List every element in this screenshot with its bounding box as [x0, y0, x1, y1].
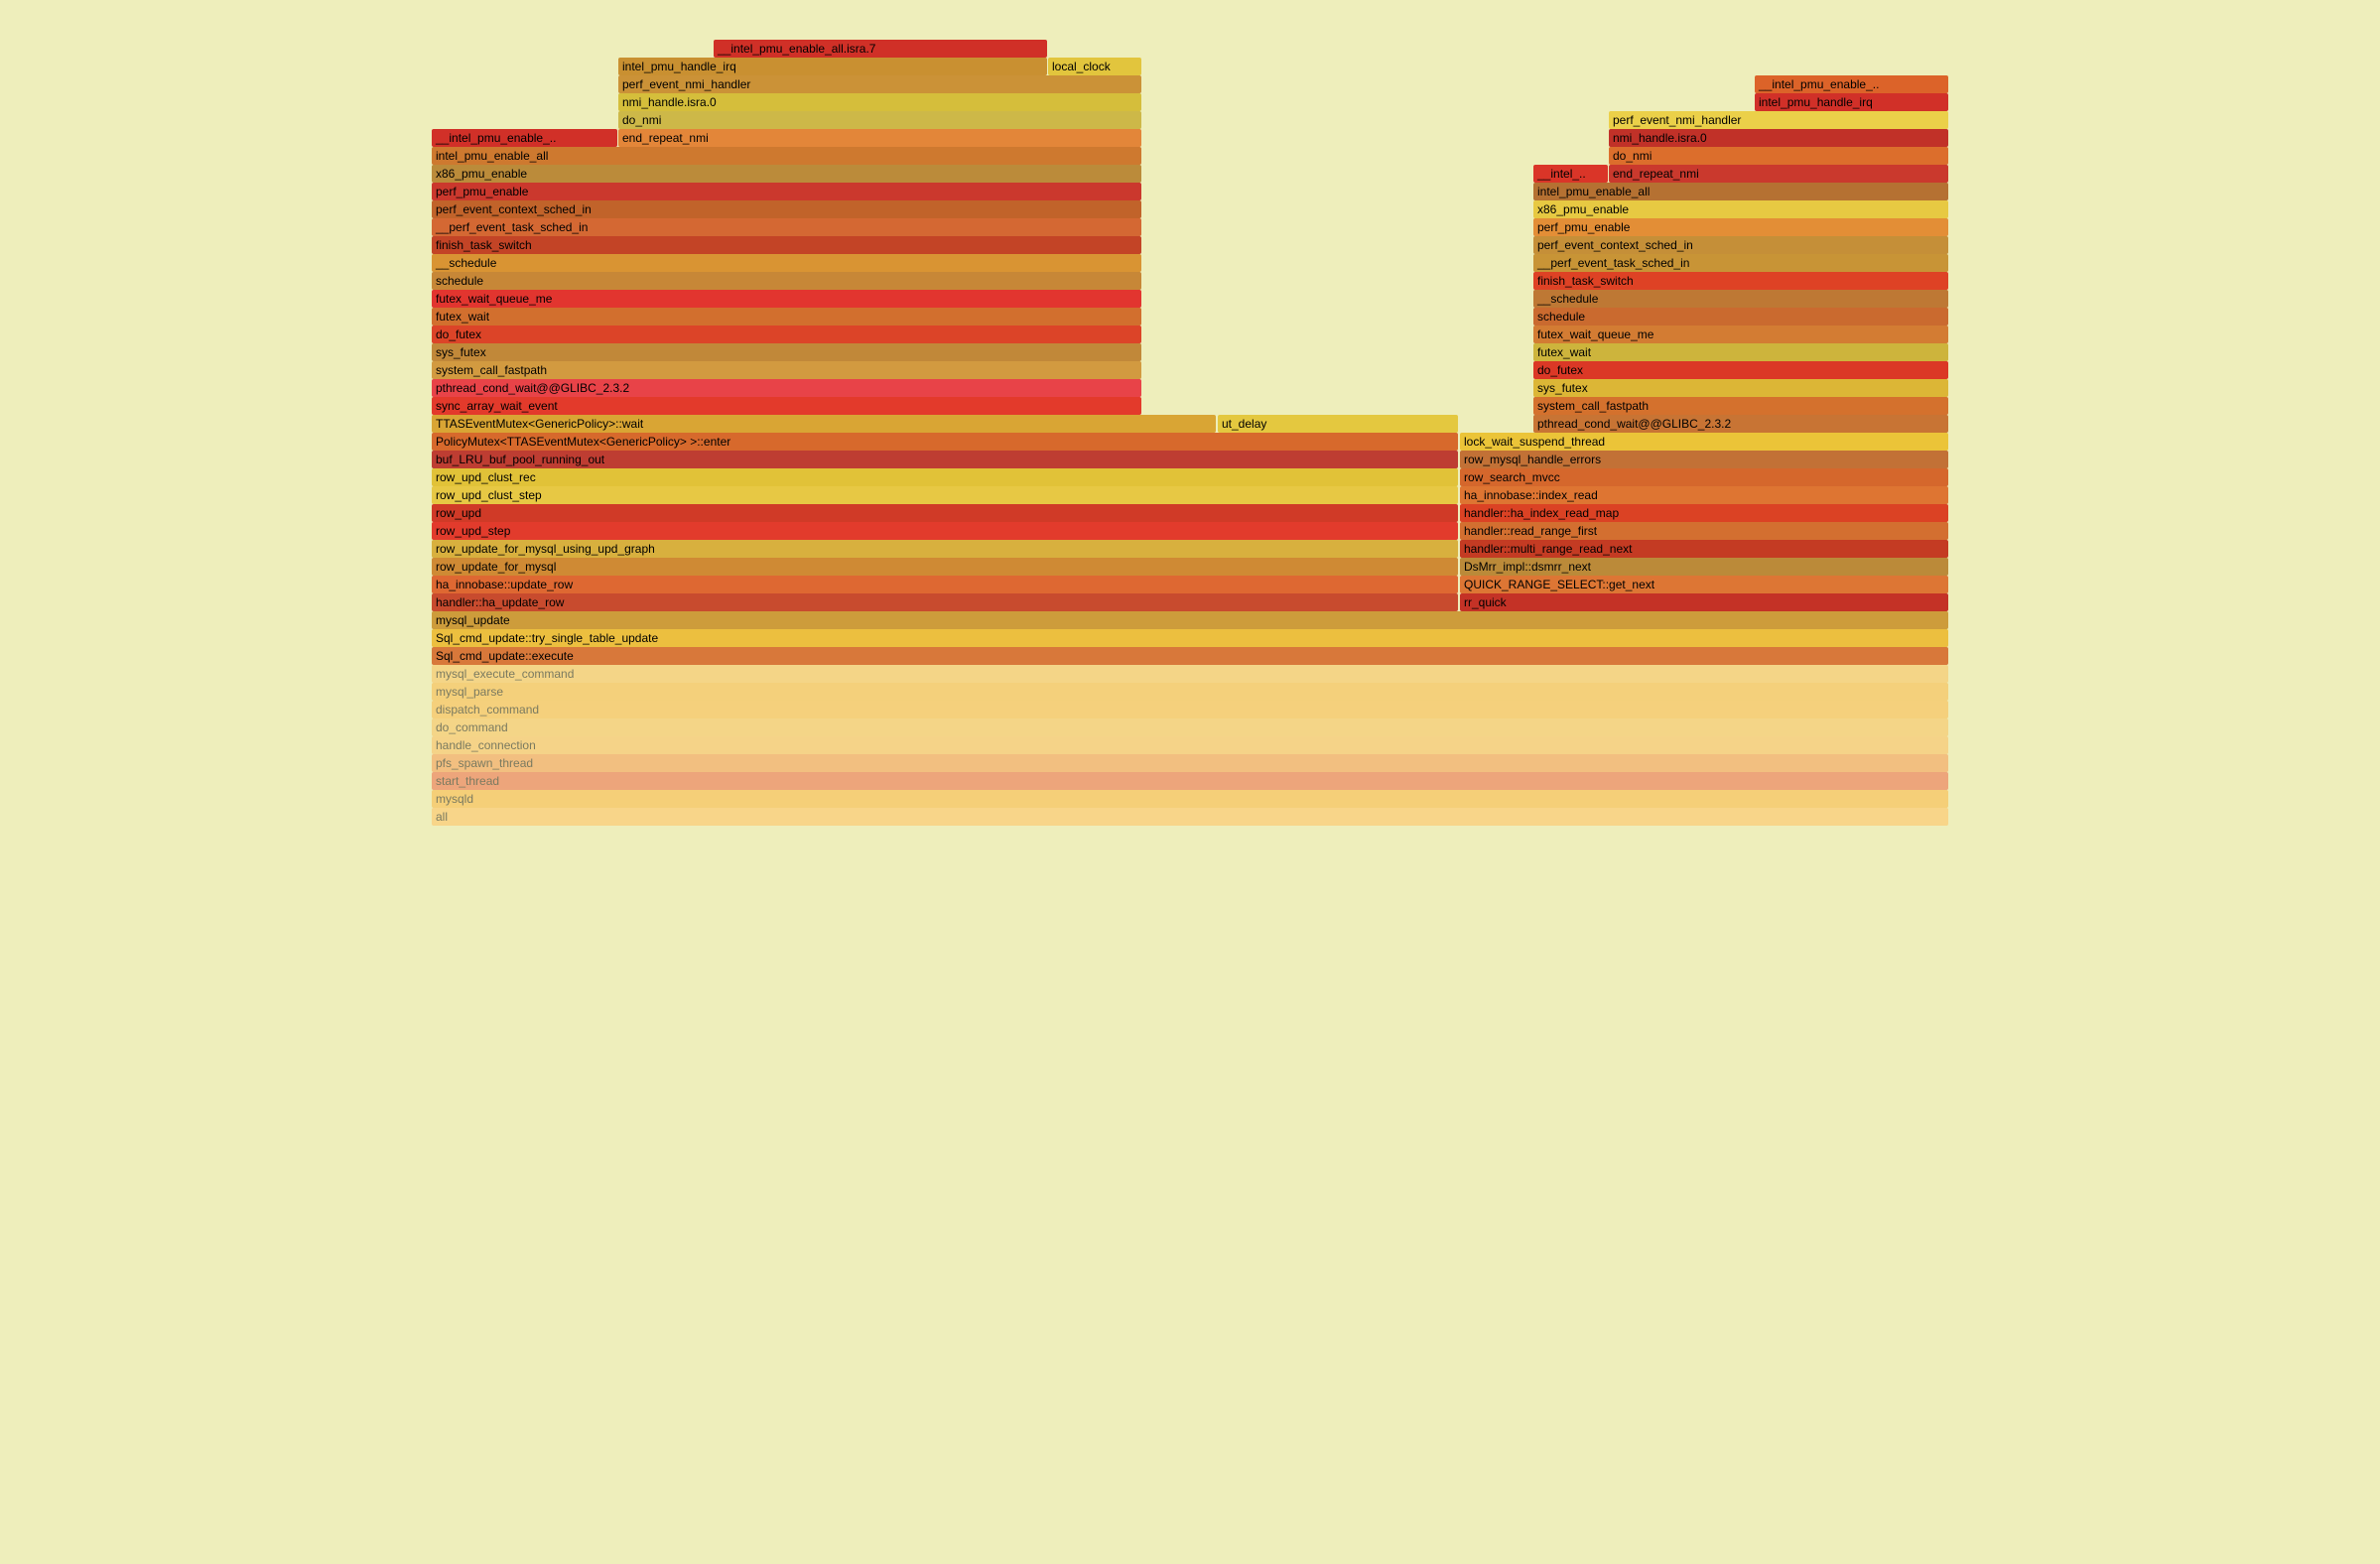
frame-mysql-update[interactable]: mysql_update — [432, 611, 1948, 629]
frame-quick-range-select-get-next[interactable]: QUICK_RANGE_SELECT::get_next — [1460, 576, 1948, 593]
frame-dispatch-command[interactable]: dispatch_command — [432, 701, 1948, 718]
frame-mysqld[interactable]: mysqld — [432, 790, 1948, 808]
frame--schedule[interactable]: __schedule — [432, 254, 1141, 272]
frame-ha-innobase-update-row[interactable]: ha_innobase::update_row — [432, 576, 1458, 593]
frame-mysql-parse[interactable]: mysql_parse — [432, 683, 1948, 701]
frame-all[interactable]: all — [432, 808, 1948, 826]
frame-mysql-execute-command[interactable]: mysql_execute_command — [432, 665, 1948, 683]
frame-intel-pmu-enable-all[interactable]: intel_pmu_enable_all — [1533, 183, 1948, 200]
frame-futex-wait[interactable]: futex_wait — [1533, 343, 1948, 361]
frame-handler-ha-index-read-map[interactable]: handler::ha_index_read_map — [1460, 504, 1948, 522]
frame-sql-cmd-update-try-single-table-update[interactable]: Sql_cmd_update::try_single_table_update — [432, 629, 1948, 647]
frame-perf-event-nmi-handler[interactable]: perf_event_nmi_handler — [1609, 111, 1948, 129]
frame-buf-lru-buf-pool-running-out[interactable]: buf_LRU_buf_pool_running_out — [432, 451, 1458, 468]
frame-end-repeat-nmi[interactable]: end_repeat_nmi — [618, 129, 1141, 147]
frame-do-command[interactable]: do_command — [432, 718, 1948, 736]
frame-start-thread[interactable]: start_thread — [432, 772, 1948, 790]
frame-perf-event-context-sched-in[interactable]: perf_event_context_sched_in — [432, 200, 1141, 218]
frame-nmi-handle-isra-0[interactable]: nmi_handle.isra.0 — [618, 93, 1141, 111]
frame--intel-pmu-enable-all-isra-7[interactable]: __intel_pmu_enable_all.isra.7 — [714, 40, 1047, 58]
frame-do-nmi[interactable]: do_nmi — [1609, 147, 1948, 165]
frame-ttaseventmutex-genericpolicy-wait[interactable]: TTASEventMutex<GenericPolicy>::wait — [432, 415, 1216, 433]
frame--intel-pmu-enable-[interactable]: __intel_pmu_enable_.. — [1755, 75, 1948, 93]
frame-system-call-fastpath[interactable]: system_call_fastpath — [432, 361, 1141, 379]
frame-end-repeat-nmi[interactable]: end_repeat_nmi — [1609, 165, 1948, 183]
frame-pthread-cond-wait-glibc-2-3-2[interactable]: pthread_cond_wait@@GLIBC_2.3.2 — [432, 379, 1141, 397]
frame-handler-ha-update-row[interactable]: handler::ha_update_row — [432, 593, 1458, 611]
frame-schedule[interactable]: schedule — [1533, 308, 1948, 326]
frame-rr-quick[interactable]: rr_quick — [1460, 593, 1948, 611]
frame-do-futex[interactable]: do_futex — [432, 326, 1141, 343]
frame-perf-event-nmi-handler[interactable]: perf_event_nmi_handler — [618, 75, 1141, 93]
frame-row-mysql-handle-errors[interactable]: row_mysql_handle_errors — [1460, 451, 1948, 468]
frame-sync-array-wait-event[interactable]: sync_array_wait_event — [432, 397, 1141, 415]
frame-intel-pmu-handle-irq[interactable]: intel_pmu_handle_irq — [618, 58, 1047, 75]
frame-row-upd[interactable]: row_upd — [432, 504, 1458, 522]
frame-sql-cmd-update-execute[interactable]: Sql_cmd_update::execute — [432, 647, 1948, 665]
frame-futex-wait[interactable]: futex_wait — [432, 308, 1141, 326]
frame-finish-task-switch[interactable]: finish_task_switch — [1533, 272, 1948, 290]
frame--perf-event-task-sched-in[interactable]: __perf_event_task_sched_in — [432, 218, 1141, 236]
frame-perf-pmu-enable[interactable]: perf_pmu_enable — [432, 183, 1141, 200]
frame--perf-event-task-sched-in[interactable]: __perf_event_task_sched_in — [1533, 254, 1948, 272]
frame-handler-read-range-first[interactable]: handler::read_range_first — [1460, 522, 1948, 540]
frame-sys-futex[interactable]: sys_futex — [1533, 379, 1948, 397]
frame-handler-multi-range-read-next[interactable]: handler::multi_range_read_next — [1460, 540, 1948, 558]
frame--intel-[interactable]: __intel_.. — [1533, 165, 1608, 183]
frame-schedule[interactable]: schedule — [432, 272, 1141, 290]
flamegraph[interactable]: allmysqldstart_threadpfs_spawn_threadhan… — [416, 0, 1964, 855]
frame-x86-pmu-enable[interactable]: x86_pmu_enable — [432, 165, 1141, 183]
frame-perf-pmu-enable[interactable]: perf_pmu_enable — [1533, 218, 1948, 236]
frame-local-clock[interactable]: local_clock — [1048, 58, 1141, 75]
frame-ha-innobase-index-read[interactable]: ha_innobase::index_read — [1460, 486, 1948, 504]
frame-intel-pmu-enable-all[interactable]: intel_pmu_enable_all — [432, 147, 1141, 165]
frame-dsmrr-impl-dsmrr-next[interactable]: DsMrr_impl::dsmrr_next — [1460, 558, 1948, 576]
frame-row-search-mvcc[interactable]: row_search_mvcc — [1460, 468, 1948, 486]
frame-row-upd-clust-rec[interactable]: row_upd_clust_rec — [432, 468, 1458, 486]
frame-sys-futex[interactable]: sys_futex — [432, 343, 1141, 361]
frame-policymutex-ttaseventmutex-genericpolicy-enter[interactable]: PolicyMutex<TTASEventMutex<GenericPolicy… — [432, 433, 1458, 451]
frame-do-nmi[interactable]: do_nmi — [618, 111, 1141, 129]
frame-row-upd-clust-step[interactable]: row_upd_clust_step — [432, 486, 1458, 504]
frame-row-update-for-mysql-using-upd-graph[interactable]: row_update_for_mysql_using_upd_graph — [432, 540, 1458, 558]
frame-futex-wait-queue-me[interactable]: futex_wait_queue_me — [1533, 326, 1948, 343]
frame-intel-pmu-handle-irq[interactable]: intel_pmu_handle_irq — [1755, 93, 1948, 111]
frame-pfs-spawn-thread[interactable]: pfs_spawn_thread — [432, 754, 1948, 772]
frame--intel-pmu-enable-[interactable]: __intel_pmu_enable_.. — [432, 129, 617, 147]
frame-nmi-handle-isra-0[interactable]: nmi_handle.isra.0 — [1609, 129, 1948, 147]
frame-handle-connection[interactable]: handle_connection — [432, 736, 1948, 754]
frame-perf-event-context-sched-in[interactable]: perf_event_context_sched_in — [1533, 236, 1948, 254]
frame-finish-task-switch[interactable]: finish_task_switch — [432, 236, 1141, 254]
frame-pthread-cond-wait-glibc-2-3-2[interactable]: pthread_cond_wait@@GLIBC_2.3.2 — [1533, 415, 1948, 433]
frame-lock-wait-suspend-thread[interactable]: lock_wait_suspend_thread — [1460, 433, 1948, 451]
frame-system-call-fastpath[interactable]: system_call_fastpath — [1533, 397, 1948, 415]
frame-row-upd-step[interactable]: row_upd_step — [432, 522, 1458, 540]
frame-do-futex[interactable]: do_futex — [1533, 361, 1948, 379]
frame--schedule[interactable]: __schedule — [1533, 290, 1948, 308]
frame-row-update-for-mysql[interactable]: row_update_for_mysql — [432, 558, 1458, 576]
frame-futex-wait-queue-me[interactable]: futex_wait_queue_me — [432, 290, 1141, 308]
frame-ut-delay[interactable]: ut_delay — [1218, 415, 1458, 433]
frame-x86-pmu-enable[interactable]: x86_pmu_enable — [1533, 200, 1948, 218]
